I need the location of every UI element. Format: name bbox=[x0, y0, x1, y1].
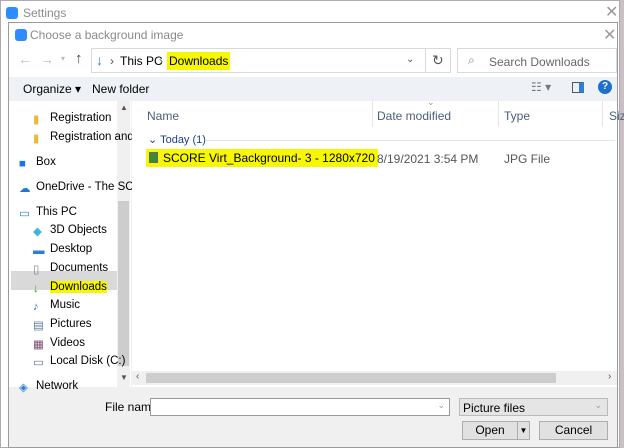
view-options-icon[interactable]: ☷ ▾ bbox=[531, 80, 551, 94]
sort-indicator-icon: ⌄ bbox=[427, 97, 435, 107]
nav-item-3d-objects[interactable]: ◆ 3D Objects bbox=[33, 221, 107, 239]
open-dropdown-button[interactable]: ▼ bbox=[517, 421, 530, 440]
forward-icon[interactable]: → bbox=[40, 51, 54, 67]
nav-item-this-pc[interactable]: ▭ This PC bbox=[19, 203, 77, 221]
nav-item-downloads[interactable]: ↓ Downloads bbox=[33, 278, 107, 296]
videos-icon: ▦ bbox=[33, 339, 44, 351]
up-icon[interactable]: ↑ bbox=[75, 50, 83, 67]
column-size[interactable]: Size bbox=[609, 109, 624, 123]
nav-item-desktop[interactable]: ▬ Desktop bbox=[33, 240, 92, 258]
nav-item-registration-and[interactable]: ▮ Registration and bbox=[33, 128, 134, 146]
nav-item-label: Desktop bbox=[50, 243, 93, 255]
nav-item-registration[interactable]: ▮ Registration bbox=[33, 109, 111, 127]
file-name-dropdown-icon[interactable]: ⌄ bbox=[437, 400, 445, 411]
settings-title: Settings bbox=[23, 6, 67, 20]
file-type-filter[interactable]: Picture files ⌄ bbox=[459, 398, 608, 416]
organize-button[interactable]: Organize ▾ bbox=[23, 82, 81, 96]
file-date: 8/19/2021 3:54 PM bbox=[377, 152, 479, 166]
nav-item-documents[interactable]: ▯ Documents bbox=[33, 259, 108, 277]
nav-item-pictures[interactable]: ▤ Pictures bbox=[33, 315, 92, 333]
onedrive-icon: ☁ bbox=[19, 183, 31, 195]
jpg-file-icon bbox=[149, 152, 158, 163]
documents-icon: ▯ bbox=[33, 264, 40, 276]
open-button[interactable]: Open bbox=[462, 421, 518, 440]
column-name[interactable]: Name bbox=[147, 109, 179, 123]
folder-icon: ▮ bbox=[33, 133, 40, 145]
nav-item-videos[interactable]: ▦ Videos bbox=[33, 334, 85, 352]
dialog-title: Choose a background image bbox=[30, 28, 184, 42]
file-type: JPG File bbox=[504, 152, 551, 166]
dialog-close-icon[interactable]: ✕ bbox=[603, 25, 616, 45]
new-folder-button[interactable]: New folder bbox=[92, 82, 149, 96]
computer-icon: ▭ bbox=[19, 208, 30, 220]
nav-item-music[interactable]: ♪ Music bbox=[33, 296, 80, 314]
disk-icon: ▭ bbox=[33, 357, 44, 369]
file-row[interactable]: SCORE Virt_Background- 3 - 1280x720 8/19… bbox=[132, 149, 617, 167]
filter-dropdown-icon: ⌄ bbox=[594, 400, 602, 410]
nav-item-label: Network bbox=[36, 380, 79, 392]
address-dropdown-icon[interactable]: ⌄ bbox=[406, 54, 414, 65]
column-type[interactable]: Type bbox=[504, 109, 530, 123]
folder-icon: ▮ bbox=[33, 114, 40, 126]
file-name-input[interactable]: ⌄ bbox=[150, 398, 450, 416]
scroll-down-icon[interactable]: ▼ bbox=[120, 373, 128, 382]
music-icon: ♪ bbox=[33, 301, 39, 313]
nav-item-label: Local Disk (C:) bbox=[50, 355, 126, 367]
zoom-icon bbox=[6, 7, 18, 19]
downloads-arrow-icon: ↓ bbox=[96, 52, 103, 68]
nav-item-label: 3D Objects bbox=[50, 224, 107, 236]
preview-pane-icon[interactable] bbox=[572, 82, 584, 93]
toolbar: Organize ▾ New folder ☷ ▾ ? bbox=[9, 77, 617, 99]
address-row: ← → ▾ ↑ ↓ › This PC › Downloads ⌄ ↻ ⌕ Se… bbox=[9, 45, 617, 77]
file-list: Name Date modified ⌄ Type Size ⌄ Today (… bbox=[132, 97, 624, 387]
scroll-right-icon[interactable]: › bbox=[608, 371, 611, 382]
back-icon[interactable]: ← bbox=[18, 51, 32, 67]
nav-scroll-thumb[interactable] bbox=[118, 201, 129, 366]
cube-icon: ◆ bbox=[33, 226, 42, 238]
dialog-titlebar: Choose a background image ✕ bbox=[9, 23, 617, 45]
search-icon: ⌕ bbox=[468, 53, 475, 67]
address-bar[interactable]: ↓ › This PC › Downloads ⌄ ↻ bbox=[91, 48, 451, 73]
nav-item-box[interactable]: ■ Box bbox=[19, 153, 56, 171]
horizontal-scrollbar[interactable]: ‹ › bbox=[132, 371, 617, 385]
box-icon: ■ bbox=[19, 158, 26, 170]
nav-item-label: This PC bbox=[36, 206, 77, 218]
pictures-icon: ▤ bbox=[33, 320, 44, 332]
scroll-left-icon[interactable]: ‹ bbox=[136, 371, 139, 382]
nav-item-local-disk-c[interactable]: ▭ Local Disk (C:) bbox=[33, 352, 125, 370]
nav-item-onedrive-the-sc[interactable]: ☁ OneDrive - The SC bbox=[19, 178, 134, 196]
desktop-icon: ▬ bbox=[33, 245, 45, 257]
nav-item-label: Box bbox=[36, 156, 56, 168]
breadcrumb-downloads[interactable]: Downloads bbox=[167, 52, 231, 70]
network-icon: ◈ bbox=[19, 382, 28, 394]
zoom-icon bbox=[15, 29, 27, 41]
nav-item-label: Videos bbox=[50, 337, 85, 349]
nav-item-label: Registration bbox=[50, 112, 112, 124]
settings-close-icon[interactable]: ✕ bbox=[605, 2, 618, 22]
nav-item-label: Documents bbox=[50, 262, 109, 274]
search-input[interactable]: Search Downloads bbox=[489, 55, 590, 69]
horizontal-scroll-thumb[interactable] bbox=[146, 373, 556, 383]
file-name: SCORE Virt_Background- 3 - 1280x720 bbox=[146, 149, 378, 167]
nav-item-label: Music bbox=[50, 299, 81, 311]
group-header-today[interactable]: ⌄ Today (1) bbox=[148, 133, 206, 146]
recent-dropdown-icon[interactable]: ▾ bbox=[61, 54, 65, 63]
search-box[interactable]: ⌕ Search Downloads bbox=[457, 48, 617, 73]
column-date-modified[interactable]: Date modified bbox=[377, 109, 451, 123]
cancel-button[interactable]: Cancel bbox=[539, 421, 608, 440]
download-icon: ↓ bbox=[33, 283, 39, 295]
nav-item-network[interactable]: ◈ Network bbox=[19, 377, 78, 395]
nav-item-label: OneDrive - The SC bbox=[36, 181, 134, 193]
nav-item-label: Downloads bbox=[50, 281, 107, 293]
breadcrumb-this-pc[interactable]: This PC bbox=[120, 54, 163, 68]
refresh-icon[interactable]: ↻ bbox=[432, 52, 444, 69]
file-dialog: Choose a background image ✕ ← → ▾ ↑ ↓ › … bbox=[8, 22, 624, 448]
nav-item-label: Pictures bbox=[50, 318, 92, 330]
scroll-up-icon[interactable]: ▲ bbox=[120, 103, 128, 112]
nav-item-label: Registration and bbox=[50, 131, 134, 143]
help-icon[interactable]: ? bbox=[598, 80, 612, 94]
